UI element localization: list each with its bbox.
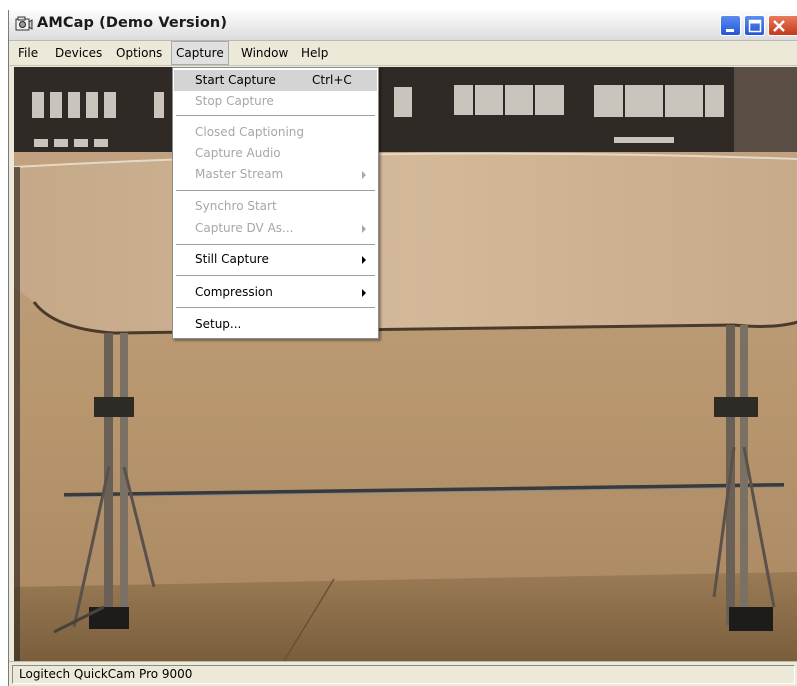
menu-master-stream[interactable]: Master Stream xyxy=(174,164,377,185)
menu-stop-capture[interactable]: Stop Capture xyxy=(174,91,377,112)
menu-bar: File Devices Options Capture Window Help xyxy=(9,41,797,66)
title-bar[interactable]: AMCap (Demo Version) xyxy=(9,10,797,41)
submenu-arrow-icon xyxy=(362,256,366,264)
close-icon xyxy=(773,20,785,32)
menu-still-capture[interactable]: Still Capture xyxy=(174,249,377,270)
menu-item-label: Start Capture xyxy=(195,73,276,87)
menu-start-capture[interactable]: Start Capture Ctrl+C xyxy=(174,70,377,91)
menu-separator xyxy=(176,115,375,116)
menu-window[interactable]: Window xyxy=(237,41,292,65)
submenu-arrow-icon xyxy=(362,225,366,233)
status-bar: Logitech QuickCam Pro 9000 xyxy=(9,661,797,686)
status-device-name: Logitech QuickCam Pro 9000 xyxy=(12,665,795,684)
menu-closed-captioning[interactable]: Closed Captioning xyxy=(174,122,377,143)
menu-devices[interactable]: Devices xyxy=(51,41,106,65)
menu-item-label: Capture DV As... xyxy=(195,221,294,235)
menu-synchro-start[interactable]: Synchro Start xyxy=(174,196,377,217)
menu-capture[interactable]: Capture xyxy=(171,41,229,65)
camera-icon xyxy=(15,16,33,31)
menu-item-label: Capture Audio xyxy=(195,146,281,160)
amcap-window: AMCap (Demo Version) File Devices Option… xyxy=(8,10,797,686)
video-preview xyxy=(14,67,797,661)
menu-separator xyxy=(176,275,375,276)
menu-item-label: Stop Capture xyxy=(195,94,274,108)
menu-setup[interactable]: Setup... xyxy=(174,314,377,335)
close-button[interactable] xyxy=(768,15,797,36)
menu-separator xyxy=(176,190,375,191)
menu-item-label: Synchro Start xyxy=(195,199,277,213)
submenu-arrow-icon xyxy=(362,171,366,179)
camera-feed-image xyxy=(14,67,797,661)
window-title: AMCap (Demo Version) xyxy=(37,15,228,31)
menu-separator xyxy=(176,307,375,308)
menu-item-label: Compression xyxy=(195,285,273,299)
menu-separator xyxy=(176,244,375,245)
menu-options[interactable]: Options xyxy=(112,41,166,65)
minimize-button[interactable] xyxy=(720,15,741,36)
menu-item-label: Closed Captioning xyxy=(195,125,305,139)
menu-item-label: Still Capture xyxy=(195,252,269,266)
menu-item-label: Master Stream xyxy=(195,167,284,181)
maximize-button[interactable] xyxy=(744,15,765,36)
menu-file[interactable]: File xyxy=(14,41,42,65)
menu-item-label: Setup... xyxy=(195,317,242,331)
menu-help[interactable]: Help xyxy=(297,41,332,65)
capture-menu-dropdown: Start Capture Ctrl+C Stop Capture Closed… xyxy=(172,67,379,339)
minimize-icon xyxy=(726,29,734,32)
menu-compression[interactable]: Compression xyxy=(174,282,377,303)
menu-capture-audio[interactable]: Capture Audio xyxy=(174,143,377,164)
menu-capture-dv-as[interactable]: Capture DV As... xyxy=(174,218,377,239)
maximize-icon xyxy=(748,19,762,33)
submenu-arrow-icon xyxy=(362,289,366,297)
menu-item-shortcut: Ctrl+C xyxy=(312,73,352,87)
